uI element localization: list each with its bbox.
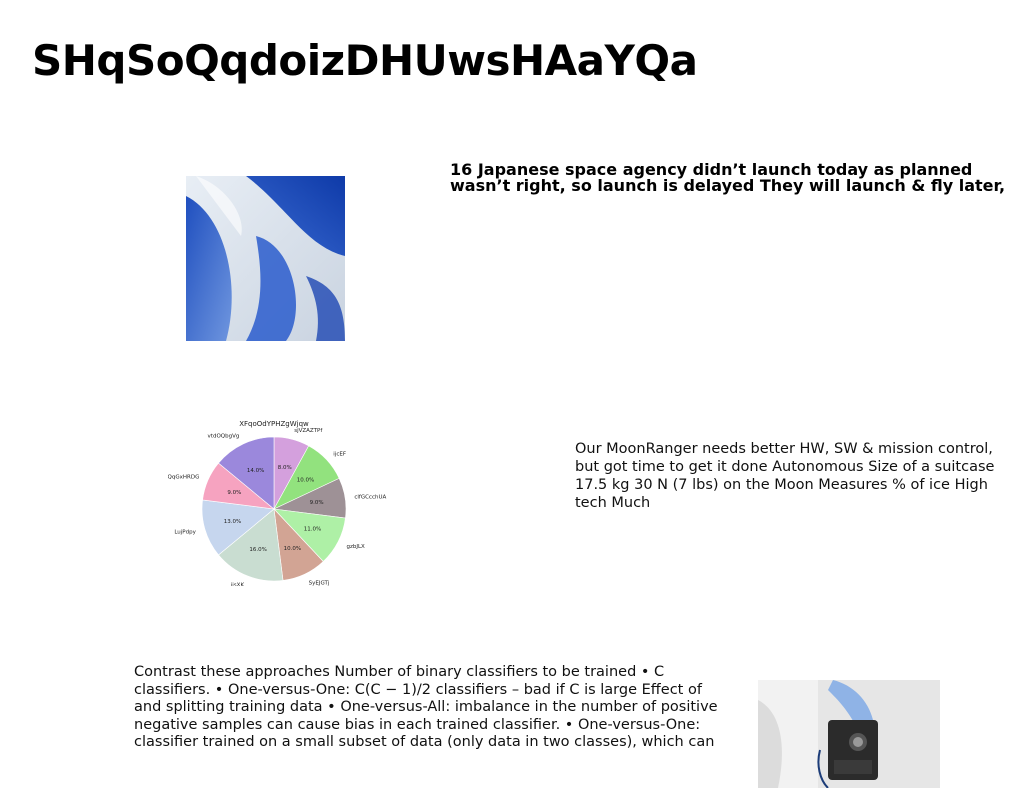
pie-category-label: sjVZAZTPf (294, 428, 323, 434)
pie-category-label: ijcEF (333, 451, 346, 457)
pie-value-label: 10.0% (297, 477, 314, 483)
pie-chart: XFqoOdYPHZgWjqw 8.0% sjVZAZTPf 10.0% ijcEF 9… (168, 414, 388, 586)
launch-paragraph: 16 Japanese space agency didn’t launch t… (450, 160, 1006, 195)
pie-value-label: 9.0% (227, 490, 241, 496)
pie-value-label: 10.0% (284, 546, 301, 552)
pie-value-label: 11.0% (304, 527, 321, 533)
pie-value-label: 14.0% (247, 468, 264, 474)
pie-value-label: 13.0% (224, 519, 241, 525)
classifiers-paragraph: Contrast these approaches Number of bina… (134, 664, 718, 750)
pie-category-label: iisXK (231, 583, 245, 586)
pie-category-label: SyEJGTj (309, 581, 330, 586)
pie-value-label: 8.0% (278, 465, 292, 471)
pie-category-label: vtdOQbgVg (208, 433, 240, 439)
chart-title: XFqoOdYPHZgWjqw (239, 420, 309, 428)
pie-value-label: 16.0% (249, 547, 266, 553)
pie-value-label: 9.0% (310, 500, 324, 506)
pie-category-label: LujPdpy (174, 530, 196, 536)
slide-title: SHqSoQqdoizDHUwsHAaYQa (32, 36, 698, 85)
gloved-hand-camera-photo (758, 680, 940, 788)
abstract-blue-image (186, 176, 345, 341)
pie-category-label: pUQqGxHRDG (168, 475, 199, 481)
pie-category-label: gzbJLX (346, 544, 365, 550)
pie-category-label: clfGCcchUA (354, 494, 386, 500)
moonranger-paragraph: Our MoonRanger needs better HW, SW & mis… (575, 441, 995, 511)
